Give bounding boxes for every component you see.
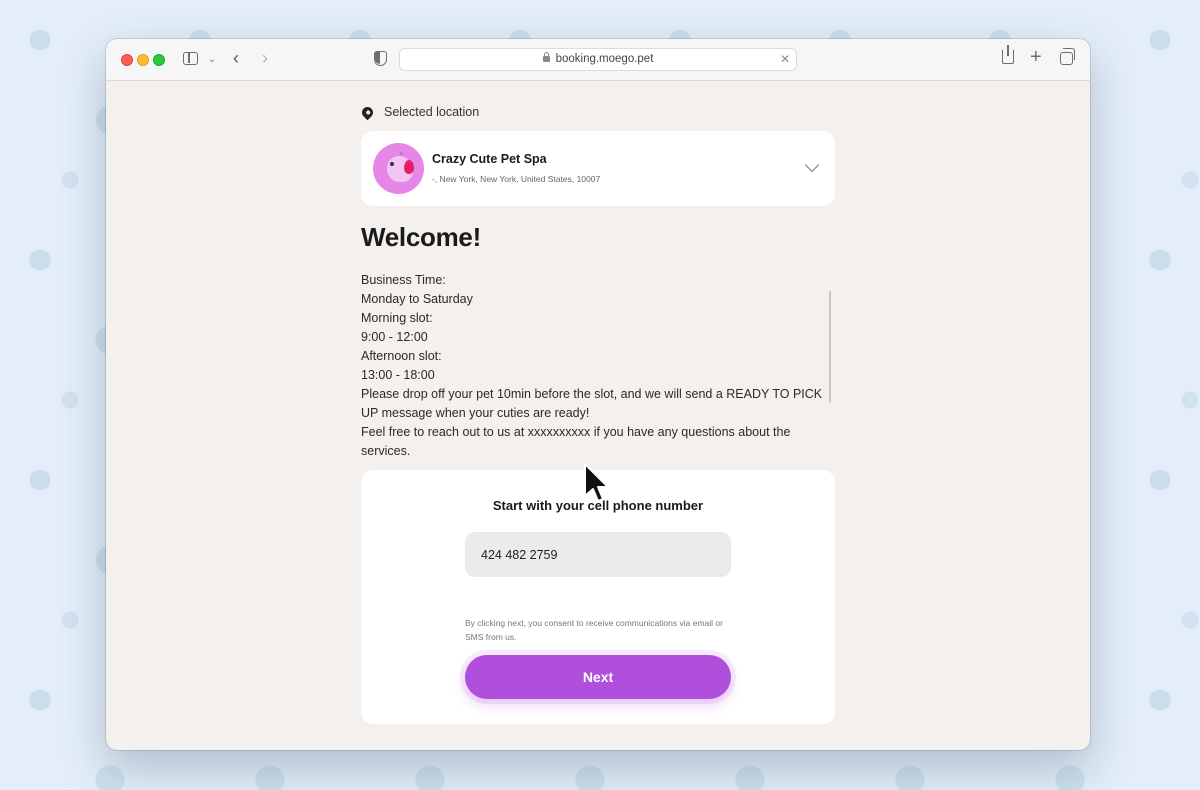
zoom-window-button[interactable] xyxy=(153,54,165,66)
description-line: Please drop off your pet 10min before th… xyxy=(361,387,823,420)
logo-drop xyxy=(404,160,414,174)
new-tab-icon[interactable]: + xyxy=(1030,47,1042,67)
consent-text: By clicking next, you consent to receive… xyxy=(465,618,723,642)
browser-window: ⌄ ‹ › booking.moego.pet ✕ + Selected loc… xyxy=(106,39,1090,750)
browser-toolbar: ⌄ ‹ › booking.moego.pet ✕ + xyxy=(106,39,1090,81)
chevron-down-icon[interactable]: ⌄ xyxy=(208,52,216,68)
description-line: Afternoon slot: xyxy=(361,349,442,363)
page-title: Welcome! xyxy=(361,222,481,252)
close-icon[interactable]: ✕ xyxy=(780,49,790,70)
description-line: Morning slot: xyxy=(361,311,433,325)
description-line: Business Time: xyxy=(361,273,446,287)
phone-number-input[interactable] xyxy=(465,532,731,577)
business-logo: ☆ xyxy=(373,143,424,194)
page-content: Selected location ☆ Crazy Cute Pet Spa -… xyxy=(106,81,1090,750)
logo-eye xyxy=(390,162,394,166)
share-icon[interactable] xyxy=(1002,45,1014,64)
back-icon[interactable]: ‹ xyxy=(233,49,239,67)
address-bar[interactable]: booking.moego.pet ✕ xyxy=(399,48,797,71)
url-text: booking.moego.pet xyxy=(555,53,654,65)
business-name: Crazy Cute Pet Spa xyxy=(432,152,547,166)
selected-location-text: Selected location xyxy=(384,105,480,119)
privacy-shield-icon[interactable] xyxy=(374,51,387,66)
location-selector[interactable]: ☆ Crazy Cute Pet Spa -, New York, New Yo… xyxy=(361,131,835,206)
description-line: 9:00 - 12:00 xyxy=(361,330,428,344)
business-description: Business Time: Monday to Saturday Mornin… xyxy=(361,271,823,461)
scrollbar[interactable] xyxy=(829,291,831,403)
lock-icon xyxy=(542,52,550,62)
description-line: 13:00 - 18:00 xyxy=(361,368,435,382)
description-line: Feel free to reach out to us at xxxxxxxx… xyxy=(361,425,791,458)
description-line: Monday to Saturday xyxy=(361,292,473,306)
tab-overview-icon[interactable] xyxy=(1060,48,1075,65)
location-pin-icon xyxy=(359,104,376,120)
sidebar-icon[interactable] xyxy=(183,52,198,65)
next-button[interactable]: Next xyxy=(465,655,731,699)
selected-location-label: Selected location xyxy=(359,104,480,120)
phone-login-card: Start with your cell phone number By cli… xyxy=(361,470,835,724)
mouse-cursor-icon xyxy=(584,463,609,502)
business-address: -, New York, New York, United States, 10… xyxy=(432,174,601,184)
logo-tag: ☆ xyxy=(399,151,404,157)
chevron-down-icon[interactable] xyxy=(804,157,820,173)
minimize-window-button[interactable] xyxy=(137,54,149,66)
close-window-button[interactable] xyxy=(121,54,133,66)
forward-icon[interactable]: › xyxy=(262,49,268,67)
